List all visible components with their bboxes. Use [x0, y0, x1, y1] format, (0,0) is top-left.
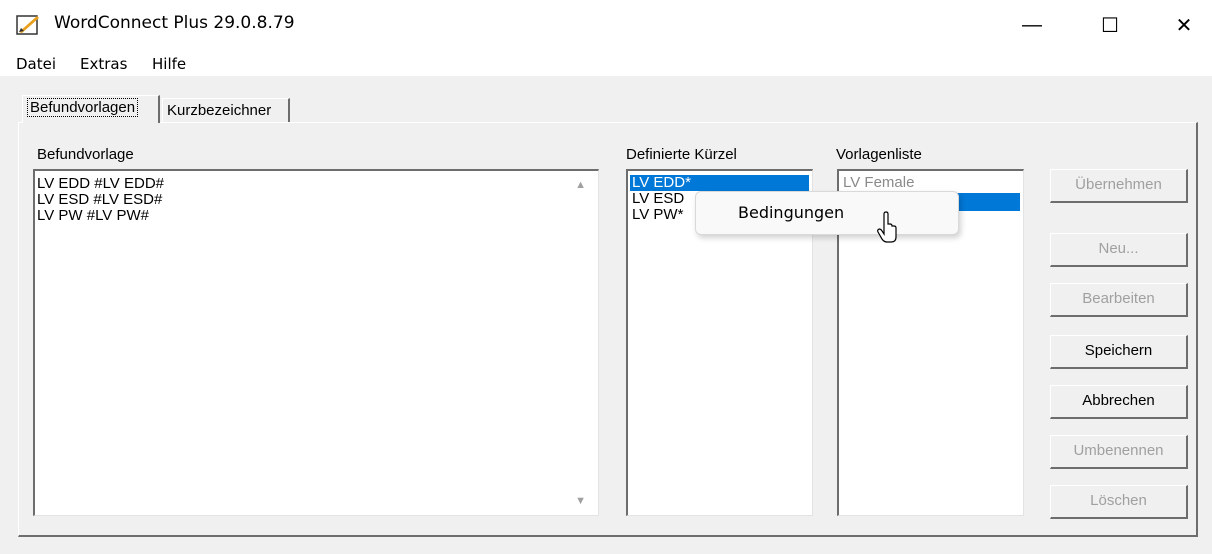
list-item[interactable]: LV PW*	[630, 207, 685, 223]
minimize-button[interactable]: —	[1002, 0, 1062, 50]
maximize-icon: ☐	[1101, 14, 1119, 37]
context-menu: Bedingungen	[695, 191, 959, 235]
text-line: LV PW #LV PW#	[37, 207, 149, 224]
mouse-pointer-icon	[877, 211, 897, 243]
menu-datei[interactable]: Datei	[16, 55, 56, 73]
menu-bar: Datei Extras Hilfe	[0, 50, 1212, 76]
window-title: WordConnect Plus 29.0.8.79	[54, 13, 295, 33]
context-menu-item-bedingungen[interactable]: Bedingungen	[738, 203, 844, 222]
close-icon: ✕	[1175, 14, 1193, 37]
tab-label: Kurzbezeichner	[167, 102, 272, 119]
list-item[interactable]: LV EDD*	[630, 175, 809, 191]
minimize-icon: —	[1022, 13, 1042, 36]
abbrechen-button[interactable]: Abbrechen	[1050, 385, 1188, 419]
wordconnect-app-icon	[16, 15, 39, 35]
text-line: LV EDD #LV EDD#	[37, 175, 164, 192]
befundvorlage-textarea[interactable]: LV EDD #LV EDD# LV ESD #LV ESD# LV PW #L…	[33, 169, 599, 516]
list-item[interactable]: LV Female	[841, 175, 916, 191]
loeschen-button[interactable]: Löschen	[1050, 485, 1188, 519]
umbenennen-button[interactable]: Umbenennen	[1050, 435, 1188, 469]
kuerzel-label: Definierte Kürzel	[626, 146, 737, 163]
speichern-button[interactable]: Speichern	[1050, 335, 1188, 369]
list-item[interactable]: LV ESD	[630, 191, 686, 207]
tab-kurzbezeichner[interactable]: Kurzbezeichner	[162, 98, 290, 122]
close-button[interactable]: ✕	[1154, 0, 1212, 50]
bearbeiten-button[interactable]: Bearbeiten	[1050, 283, 1188, 317]
tab-label: Befundvorlagen	[27, 98, 139, 117]
menu-hilfe[interactable]: Hilfe	[152, 55, 186, 73]
maximize-button[interactable]: ☐	[1080, 0, 1140, 50]
uebernehmen-button[interactable]: Übernehmen	[1050, 169, 1188, 203]
menu-extras[interactable]: Extras	[80, 55, 127, 73]
scroll-up-arrow-icon[interactable]: ▲	[575, 179, 586, 191]
tab-befundvorlagen[interactable]: Befundvorlagen	[22, 95, 160, 123]
text-line: LV ESD #LV ESD#	[37, 191, 163, 208]
scroll-down-arrow-icon[interactable]: ▼	[575, 495, 586, 507]
vorlagenliste-label: Vorlagenliste	[836, 146, 922, 163]
befundvorlage-label: Befundvorlage	[37, 146, 134, 163]
neu-button[interactable]: Neu...	[1050, 233, 1188, 267]
